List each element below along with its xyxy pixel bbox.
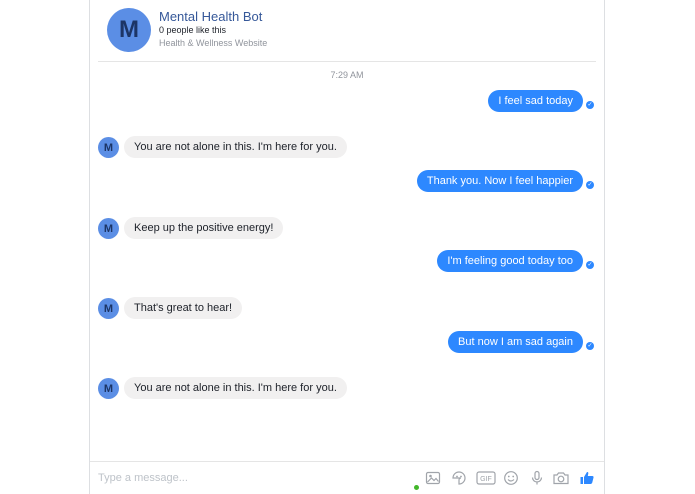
message-row: M You are not alone in this. I'm here fo…	[90, 135, 604, 159]
sticker-icon[interactable]	[450, 468, 468, 488]
bot-avatar[interactable]: M	[98, 218, 119, 239]
message-input[interactable]	[98, 468, 308, 488]
header-divider	[98, 61, 596, 62]
message-row: But now I am sad again ✓	[90, 330, 604, 354]
seen-check-icon: ✓	[586, 342, 594, 350]
online-status-dot	[414, 485, 419, 490]
composer-divider	[90, 461, 604, 462]
outgoing-message[interactable]: I'm feeling good today too	[437, 250, 583, 272]
outgoing-message[interactable]: Thank you. Now I feel happier	[416, 170, 583, 192]
incoming-message[interactable]: You are not alone in this. I'm here for …	[124, 377, 347, 399]
chat-panel: M Mental Health Bot 0 people like this H…	[89, 0, 605, 494]
outgoing-message[interactable]: I feel sad today	[488, 90, 583, 112]
emoji-icon[interactable]	[502, 468, 520, 488]
photo-icon[interactable]	[424, 468, 442, 488]
page-likes: 0 people like this	[159, 25, 227, 35]
outgoing-message[interactable]: But now I am sad again	[448, 331, 583, 353]
message-row: M Keep up the positive energy!	[90, 216, 604, 240]
seen-check-icon: ✓	[586, 181, 594, 189]
page-name[interactable]: Mental Health Bot	[159, 9, 262, 24]
like-icon[interactable]	[578, 468, 596, 488]
seen-check-icon: ✓	[586, 101, 594, 109]
camera-icon[interactable]	[552, 468, 570, 488]
bot-avatar[interactable]: M	[98, 137, 119, 158]
page-category: Health & Wellness Website	[159, 38, 268, 48]
message-row: M You are not alone in this. I'm here fo…	[90, 376, 604, 400]
microphone-icon[interactable]	[528, 468, 546, 488]
incoming-message[interactable]: You are not alone in this. I'm here for …	[124, 136, 347, 158]
message-row: I'm feeling good today too ✓	[90, 249, 604, 273]
thread-timestamp: 7:29 AM	[330, 70, 364, 80]
message-row: I feel sad today ✓	[90, 89, 604, 113]
page-header: M Mental Health Bot 0 people like this H…	[90, 0, 604, 62]
message-row: M That's great to hear!	[90, 296, 604, 320]
incoming-message[interactable]: Keep up the positive energy!	[124, 217, 284, 239]
page-avatar[interactable]: M	[107, 8, 151, 52]
bot-avatar[interactable]: M	[98, 378, 119, 399]
bot-avatar[interactable]: M	[98, 298, 119, 319]
gif-icon[interactable]: GIF	[475, 468, 497, 488]
seen-check-icon: ✓	[586, 261, 594, 269]
incoming-message[interactable]: That's great to hear!	[124, 297, 243, 319]
message-row: Thank you. Now I feel happier ✓	[90, 169, 604, 193]
gif-label: GIF	[480, 476, 492, 483]
